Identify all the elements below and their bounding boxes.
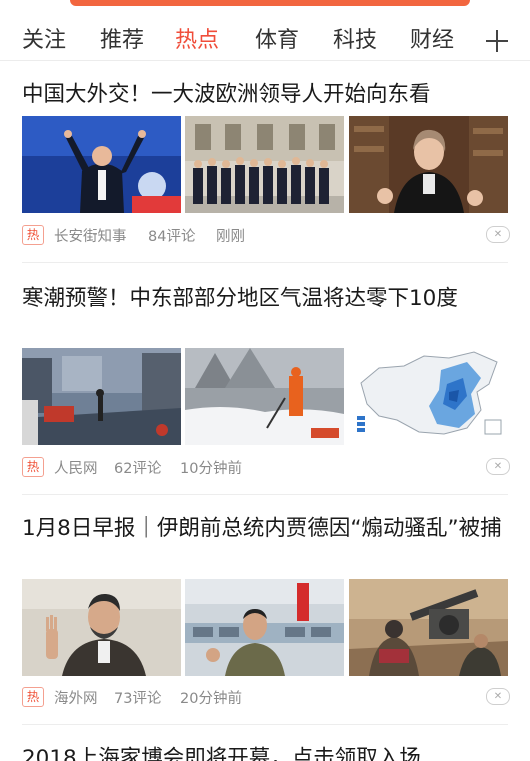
tab-tech[interactable]: 科技 <box>333 22 377 54</box>
comment-count[interactable]: 73评论 <box>114 687 161 708</box>
comment-count[interactable]: 84评论 <box>148 225 195 246</box>
hot-badge: 热 <box>22 225 44 245</box>
news-meta: 热 海外网 73评论 20分钟前 ✕ <box>22 687 510 709</box>
snow-clearing-worker-photo[interactable] <box>185 348 344 445</box>
tab-recommend[interactable]: 推荐 <box>100 22 144 54</box>
news-title[interactable]: 1月8日早报｜伊朗前总统内贾德因“煽动骚乱”被捕 <box>22 512 508 545</box>
dislike-close-icon[interactable]: ✕ <box>486 688 510 705</box>
tab-sports[interactable]: 体育 <box>255 22 299 54</box>
hot-badge: 热 <box>22 457 44 477</box>
news-title[interactable]: 寒潮预警！中东部部分地区气温将达零下10度 <box>22 282 508 315</box>
man-in-airport-photo[interactable] <box>185 579 344 676</box>
dislike-close-icon[interactable]: ✕ <box>486 458 510 475</box>
woman-speaking-photo[interactable] <box>349 116 508 213</box>
news-source[interactable]: 人民网 <box>54 457 98 478</box>
divider <box>22 724 508 725</box>
news-meta: 热 长安街知事 84评论 刚刚 ✕ <box>22 225 510 247</box>
divider <box>22 494 508 495</box>
plus-icon[interactable] <box>486 30 508 52</box>
status-strip <box>0 0 530 14</box>
rainy-street-photo[interactable] <box>22 348 181 445</box>
channel-tabs: 关注 推荐 热点 体育 科技 财经 <box>0 14 530 61</box>
news-thumbnails <box>22 116 508 213</box>
tab-follow[interactable]: 关注 <box>22 22 66 54</box>
man-gesturing-photo[interactable] <box>22 579 181 676</box>
comment-count[interactable]: 62评论 <box>114 457 161 478</box>
publish-time: 20分钟前 <box>180 691 242 707</box>
soldiers-with-weapon-photo[interactable] <box>349 579 508 676</box>
tab-hot[interactable]: 热点 <box>175 22 219 54</box>
tab-finance[interactable]: 财经 <box>410 22 454 54</box>
news-thumbnails <box>22 579 508 676</box>
news-source[interactable]: 海外网 <box>54 687 98 708</box>
publish-time: 刚刚 <box>216 229 245 245</box>
group-of-leaders-photo[interactable] <box>185 116 344 213</box>
top-accent-bar <box>70 0 470 6</box>
china-temperature-map-image[interactable] <box>349 348 508 445</box>
hot-badge: 热 <box>22 687 44 707</box>
next-news-title[interactable]: 2018上海家博会即将开幕，点击领取入场 <box>22 742 508 761</box>
news-source[interactable]: 长安街知事 <box>54 225 127 246</box>
news-title[interactable]: 中国大外交！一大波欧洲领导人开始向东看 <box>22 78 508 111</box>
man-waving-on-stage-photo[interactable] <box>22 116 181 213</box>
dislike-close-icon[interactable]: ✕ <box>486 226 510 243</box>
publish-time: 10分钟前 <box>180 461 242 477</box>
news-meta: 热 人民网 62评论 10分钟前 ✕ <box>22 457 510 479</box>
divider <box>22 262 508 263</box>
news-thumbnails <box>22 348 508 445</box>
